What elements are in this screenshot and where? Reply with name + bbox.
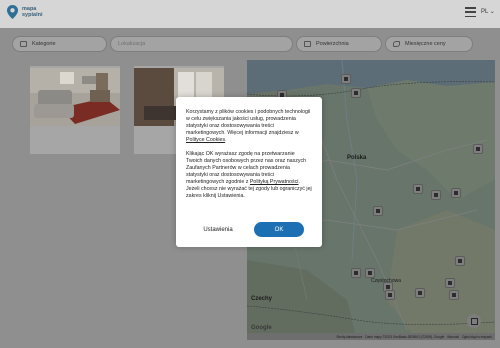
menu-icon[interactable] <box>465 7 476 17</box>
ok-button[interactable]: OK <box>254 222 304 237</box>
price-filter[interactable]: Miesięczne ceny <box>385 36 473 52</box>
category-icon <box>20 41 27 47</box>
cookie-text-1-end: . <box>225 137 227 143</box>
listing-card[interactable] <box>30 66 120 154</box>
area-icon <box>304 41 311 47</box>
category-label: Kategorie <box>32 41 56 47</box>
settings-button[interactable]: Ustawienia <box>190 222 246 237</box>
category-filter[interactable]: Kategorie <box>12 36 107 52</box>
location-input[interactable]: Lokalizacja <box>110 36 293 52</box>
privacy-policy-link[interactable]: Polityką Prywatności <box>250 179 299 185</box>
listing-photo <box>30 68 120 126</box>
map-pin-icon <box>7 5 18 19</box>
location-placeholder: Lokalizacja <box>118 41 146 47</box>
price-label: Miesięczne ceny <box>405 41 446 47</box>
cookie-text-2: Klikając OK wyrażasz zgodę na przetwarza… <box>186 151 312 200</box>
map-footer: Skróty klawiszowe Dane mapy ©2023 GeoBas… <box>247 333 495 340</box>
map-marker[interactable] <box>415 288 425 298</box>
map-marker[interactable] <box>341 74 351 84</box>
map-marker[interactable] <box>365 268 375 278</box>
logo-line2: sypialni <box>22 12 43 18</box>
map-copyright: Dane mapy ©2023 GeoBasis-DE/BKG (©2009),… <box>365 334 445 339</box>
map-marker[interactable] <box>413 184 423 194</box>
map-shortcuts-link[interactable]: Skróty klawiszowe <box>336 335 362 339</box>
cookie-text-1-body: Korzystamy z plików cookies i podobnych … <box>186 109 311 136</box>
map-marker[interactable] <box>455 256 465 266</box>
google-logo: Google <box>251 325 272 331</box>
area-label: Powierzchnia <box>316 41 349 47</box>
map-marker[interactable] <box>351 268 361 278</box>
language-selector[interactable]: PL ⌄ <box>481 8 495 15</box>
map-marker[interactable] <box>445 278 455 288</box>
cookie-text-1: Korzystamy z plików cookies i podobnych … <box>186 109 312 144</box>
map-label-czech: Czechy <box>251 296 273 302</box>
area-filter[interactable]: Powierzchnia <box>296 36 382 52</box>
map-marker[interactable] <box>449 290 459 300</box>
map-report-link[interactable]: Zgłoś błąd w mapach <box>462 335 492 339</box>
price-tag-icon <box>393 41 400 47</box>
map-marker[interactable] <box>451 188 461 198</box>
filter-bar: Kategorie Lokalizacja Powierzchnia Miesi… <box>0 28 500 60</box>
map-terms-link[interactable]: Warunki <box>447 335 459 339</box>
map-marker[interactable] <box>385 290 395 300</box>
map-label-country: Polska <box>347 155 367 161</box>
chevron-down-icon: ⌄ <box>488 9 495 15</box>
cookie-consent-dialog: Korzystamy z plików cookies i podobnych … <box>176 97 322 247</box>
header: mapa sypialni PL ⌄ <box>0 0 500 28</box>
logo[interactable]: mapa sypialni <box>7 5 42 19</box>
cookie-policy-link[interactable]: Polityce Cookies <box>186 137 225 143</box>
map-marker[interactable] <box>373 206 383 216</box>
map-marker[interactable] <box>473 144 483 154</box>
map-marker[interactable] <box>351 88 361 98</box>
logo-text: mapa sypialni <box>22 6 42 18</box>
fullscreen-icon[interactable] <box>467 314 481 328</box>
map-marker[interactable] <box>431 190 441 200</box>
